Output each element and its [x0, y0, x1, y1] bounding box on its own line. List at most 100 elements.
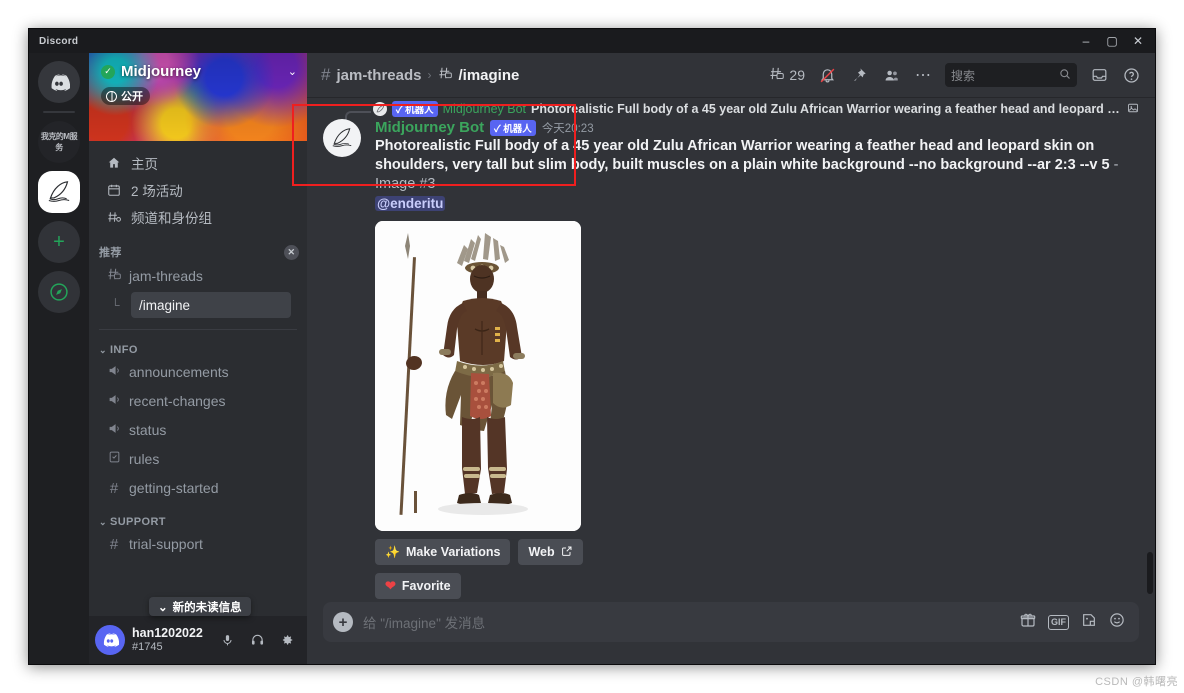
server-name: Midjourney — [121, 63, 201, 80]
window-body: 我克的M服务 + — [29, 53, 1155, 664]
heart-icon: ❤ — [385, 578, 396, 594]
mute-microphone-button[interactable] — [213, 626, 241, 654]
more-options-button[interactable]: ⋯ — [909, 61, 937, 89]
reply-reference[interactable]: ✓ 机器人 Midjourney Bot Photorealistic Full… — [307, 97, 1155, 117]
sidebar-item-channels-roles[interactable]: 频道和身份组 — [97, 204, 299, 230]
avatar[interactable] — [323, 119, 361, 157]
member-list-button[interactable] — [877, 61, 905, 89]
unread-messages-label: 新的未读信息 — [173, 599, 242, 615]
user-panel: han1202022 #1745 — [89, 616, 307, 664]
gear-icon — [280, 633, 294, 647]
category-support[interactable]: ⌄ SUPPORT — [99, 516, 299, 528]
breadcrumb: # jam-threads › /imagine — [321, 65, 519, 85]
window-titlebar: Discord – ▢ ✕ — [29, 29, 1155, 53]
home-icon — [105, 156, 123, 170]
hash-icon: # — [105, 536, 123, 553]
gif-button[interactable]: GIF — [1048, 615, 1069, 630]
sidebar-channel-trial-support[interactable]: # trial-support — [97, 530, 299, 558]
web-button[interactable]: Web — [518, 539, 582, 565]
category-info[interactable]: ⌄ INFO — [99, 344, 299, 356]
pin-icon — [851, 67, 867, 83]
sticker-button[interactable] — [1081, 612, 1097, 632]
gift-button[interactable] — [1020, 612, 1036, 632]
breadcrumb-current-thread: /imagine — [459, 67, 520, 84]
server-banner[interactable]: ✓ Midjourney ⌄ 公开 — [89, 53, 307, 141]
guild-text-server[interactable]: 我克的M服务 — [38, 121, 80, 163]
thread-count[interactable]: 29 — [765, 66, 809, 84]
unread-messages-badge[interactable]: ⌄ 新的未读信息 — [149, 597, 251, 616]
sidebar-channel-announcements[interactable]: announcements — [97, 358, 299, 386]
sidebar-channel-getting-started[interactable]: # getting-started — [97, 474, 299, 502]
announcement-icon — [105, 364, 123, 381]
microphone-icon — [221, 633, 234, 648]
gift-icon — [1020, 612, 1036, 628]
chevron-down-icon: ⌄ — [99, 517, 107, 528]
close-icon[interactable]: ✕ — [284, 245, 299, 260]
sidebar-channel-status[interactable]: status — [97, 416, 299, 444]
bot-badge: ✓ 机器人 — [490, 120, 536, 136]
minimize-button[interactable]: – — [1073, 30, 1099, 52]
sidebar-item-home[interactable]: 主页 — [97, 150, 299, 176]
search-input[interactable]: 搜索 — [945, 63, 1077, 87]
sidebar-channel-recent-changes[interactable]: recent-changes — [97, 387, 299, 415]
make-variations-button[interactable]: ✨ Make Variations — [375, 539, 510, 565]
hash-icon: # — [105, 480, 123, 497]
category-recommended[interactable]: 推荐 ✕ — [99, 244, 299, 260]
server-name-row[interactable]: ✓ Midjourney ⌄ — [101, 63, 297, 80]
bell-muted-icon — [819, 67, 836, 84]
close-button[interactable]: ✕ — [1125, 30, 1151, 52]
reply-author: Midjourney Bot — [443, 102, 526, 116]
maximize-button[interactable]: ▢ — [1099, 30, 1125, 52]
sidebar-channel-trial-support-label: trial-support — [129, 536, 203, 552]
window-title: Discord — [39, 36, 78, 47]
deafen-button[interactable] — [243, 626, 271, 654]
message-mention[interactable]: @enderitu — [375, 196, 445, 211]
guild-midjourney[interactable] — [38, 171, 80, 213]
discord-window: Discord – ▢ ✕ 我克的M服务 — [28, 28, 1156, 665]
sidebar-item-events[interactable]: 2 场活动 — [97, 177, 299, 203]
message-content-line2: very tall but slim body, built muscles o… — [452, 157, 1109, 173]
notifications-muted-button[interactable] — [813, 61, 841, 89]
category-recommended-label: 推荐 — [99, 244, 122, 260]
chevron-down-icon: ⌄ — [99, 345, 107, 356]
sidebar-channel-announcements-label: announcements — [129, 364, 229, 380]
calendar-icon — [105, 183, 123, 197]
breadcrumb-parent-channel[interactable]: jam-threads — [336, 67, 421, 84]
headset-icon — [250, 633, 265, 647]
channel-sidebar: ✓ Midjourney ⌄ 公开 主页 — [89, 53, 307, 664]
avatar[interactable] — [95, 625, 125, 655]
emoji-icon — [1109, 612, 1125, 628]
add-server-button[interactable]: + — [38, 221, 80, 263]
threads-icon — [769, 66, 785, 84]
sidebar-thread-imagine-pill[interactable]: /imagine — [131, 292, 291, 318]
attach-button[interactable]: + — [333, 612, 353, 632]
sticker-icon — [1081, 612, 1097, 628]
pinned-messages-button[interactable] — [845, 61, 873, 89]
message-list: ✓ 机器人 Midjourney Bot Photorealistic Full… — [307, 97, 1155, 602]
globe-icon — [106, 91, 117, 102]
emoji-button[interactable] — [1109, 612, 1125, 632]
favorite-button[interactable]: ❤ Favorite — [375, 573, 461, 599]
sidebar-item-channels-roles-label: 频道和身份组 — [131, 207, 212, 227]
guild-home-button[interactable] — [38, 61, 80, 103]
message-input[interactable]: + 给 "/imagine" 发消息 GIF — [323, 602, 1139, 642]
user-settings-button[interactable] — [273, 626, 301, 654]
main-chat-area: # jam-threads › /imagine 2 — [307, 53, 1155, 664]
inbox-icon — [1091, 67, 1108, 83]
generated-image[interactable] — [375, 221, 581, 531]
sidebar-channel-jam-threads[interactable]: jam-threads — [97, 262, 299, 290]
message-timestamp: 今天20:23 — [542, 120, 594, 136]
username: han1202022 — [132, 626, 203, 640]
inbox-button[interactable] — [1085, 61, 1113, 89]
sidebar-channel-rules[interactable]: rules — [97, 445, 299, 473]
help-button[interactable] — [1117, 61, 1145, 89]
sidebar-thread-imagine[interactable]: └ /imagine — [97, 291, 299, 319]
sidebar-channel-status-label: status — [129, 422, 166, 438]
web-label: Web — [528, 545, 554, 559]
message-scrollbar[interactable] — [1147, 552, 1153, 594]
explore-servers-button[interactable] — [38, 271, 80, 313]
server-privacy-label: 公开 — [121, 88, 143, 104]
user-identity[interactable]: han1202022 #1745 — [132, 626, 203, 653]
thread-elbow-icon: └ — [111, 298, 125, 312]
message-author[interactable]: Midjourney Bot — [375, 119, 484, 136]
